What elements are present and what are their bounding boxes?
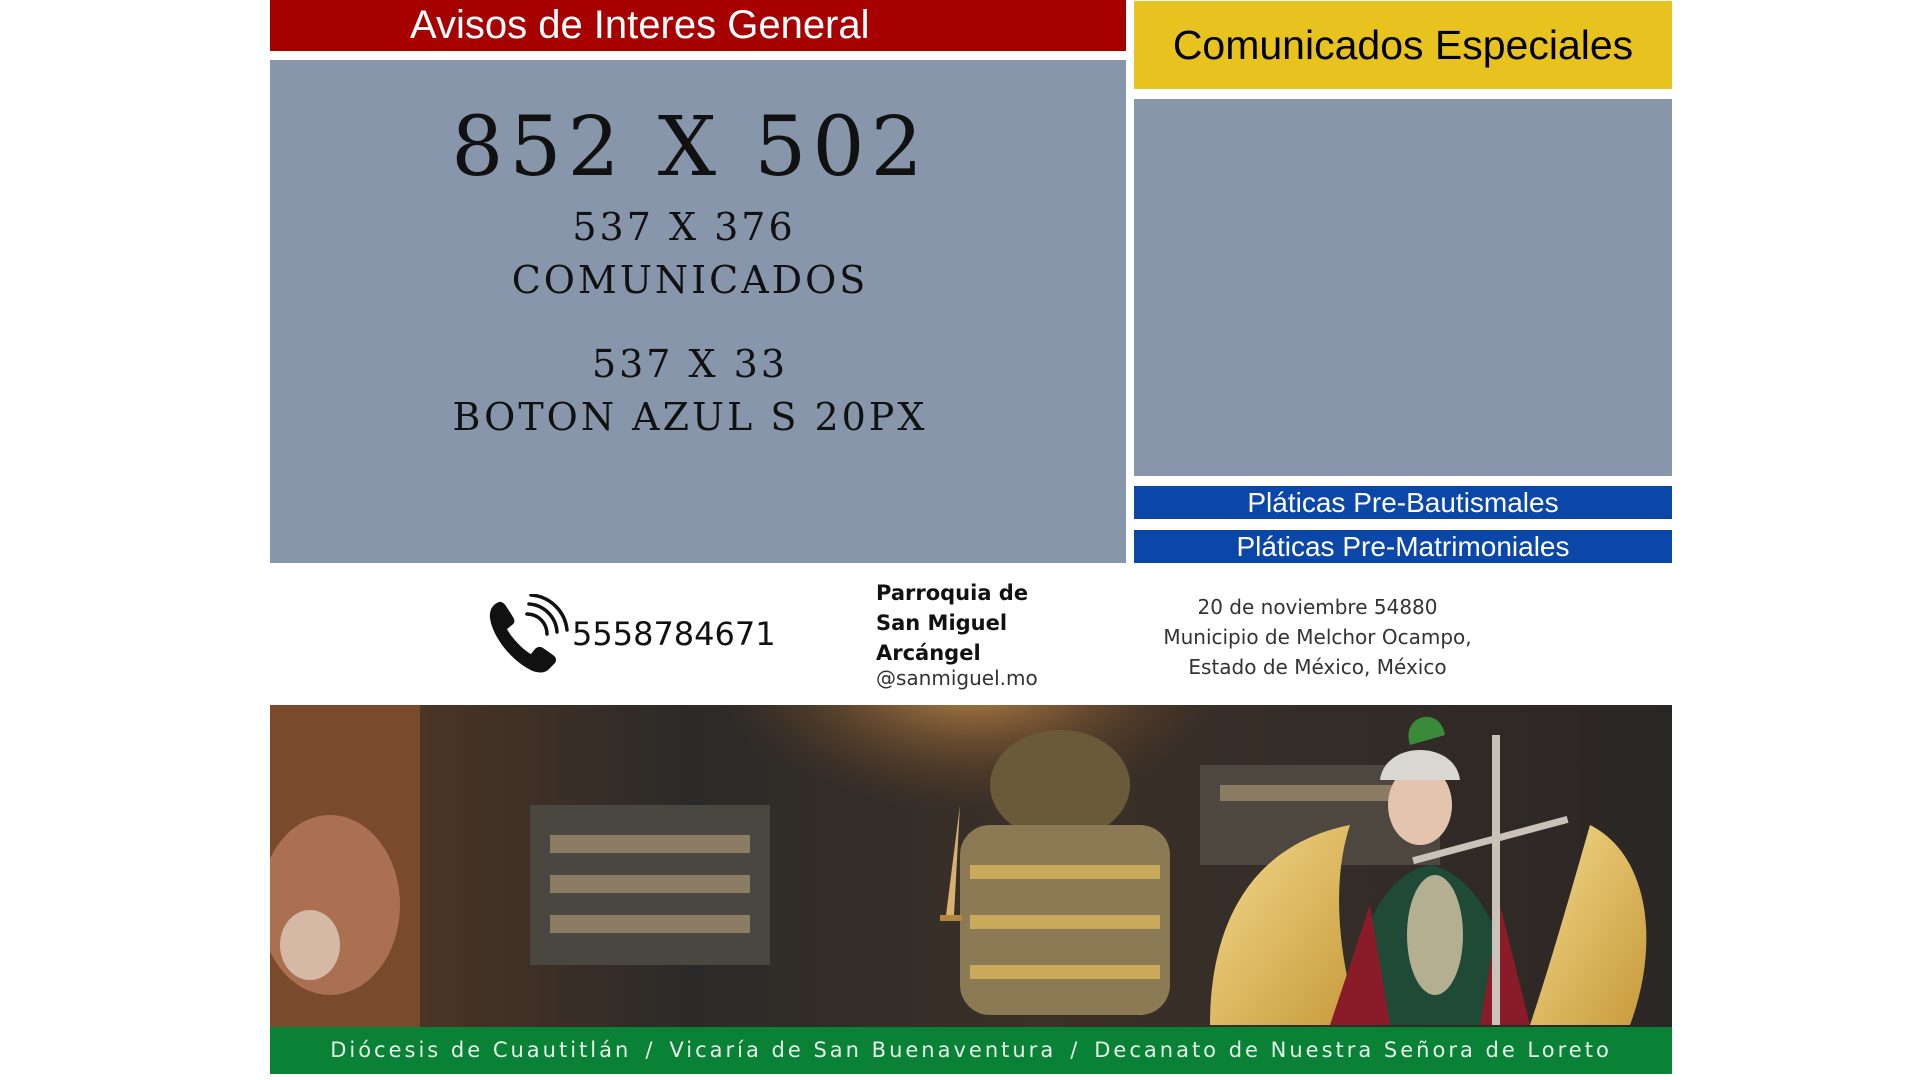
comunicados-header: Comunicados Especiales (1134, 1, 1672, 89)
comunicados-placeholder-panel (1134, 99, 1672, 476)
phone-ringing-icon (485, 593, 570, 678)
comunicados-header-title: Comunicados Especiales (1172, 22, 1634, 68)
footer-separator: / (645, 1038, 656, 1062)
footer-decanato: Decanato de Nuestra Señora de Loreto (1094, 1038, 1612, 1062)
footer-vicaria: Vicaría de San Buenaventura (669, 1038, 1057, 1062)
parish-name-line1: Parroquia de (876, 581, 1029, 605)
parish-name-line3: Arcángel (876, 641, 981, 665)
placeholder-size-main: 852 X 502 (451, 100, 929, 195)
san-miguel-arcangel-photo (270, 705, 1672, 1027)
address-line1: 20 de noviembre 54880 (1197, 595, 1438, 619)
placeholder-size-side: 537 X 376 (572, 205, 796, 249)
placeholder-label-button: BOTON AZUL S 20PX (452, 395, 928, 439)
avisos-header: Avisos de Interes General (270, 0, 1126, 51)
footer-diocesis: Diócesis de Cuautitlán (330, 1038, 632, 1062)
placeholder-label-comunicados: COMUNICADOS (511, 258, 869, 302)
address-line2: Municipio de Melchor Ocampo, (1163, 625, 1472, 649)
parish-address: 20 de noviembre 54880 Municipio de Melch… (1150, 592, 1485, 682)
platicas-pre-bautismales-button[interactable]: Pláticas Pre-Bautismales (1134, 486, 1672, 519)
social-handle: @sanmiguel.mo (876, 666, 1038, 690)
platicas-pre-matrimoniales-button[interactable]: Pláticas Pre-Matrimoniales (1134, 530, 1672, 563)
parish-name: Parroquia de San Miguel Arcángel (876, 578, 1056, 668)
avisos-placeholder-panel: 852 X 502 537 X 376 COMUNICADOS 537 X 33… (270, 60, 1126, 563)
address-line3: Estado de México, México (1188, 655, 1447, 679)
footer-separator: / (1070, 1038, 1081, 1062)
placeholder-size-button: 537 X 33 (591, 342, 789, 386)
parish-name-line2: San Miguel (876, 611, 1008, 635)
footer-bar: Diócesis de Cuautitlán / Vicaría de San Bu… (270, 1027, 1672, 1074)
phone-number: 5558784671 (572, 615, 776, 653)
avisos-header-title: Avisos de Interes General (410, 3, 870, 47)
